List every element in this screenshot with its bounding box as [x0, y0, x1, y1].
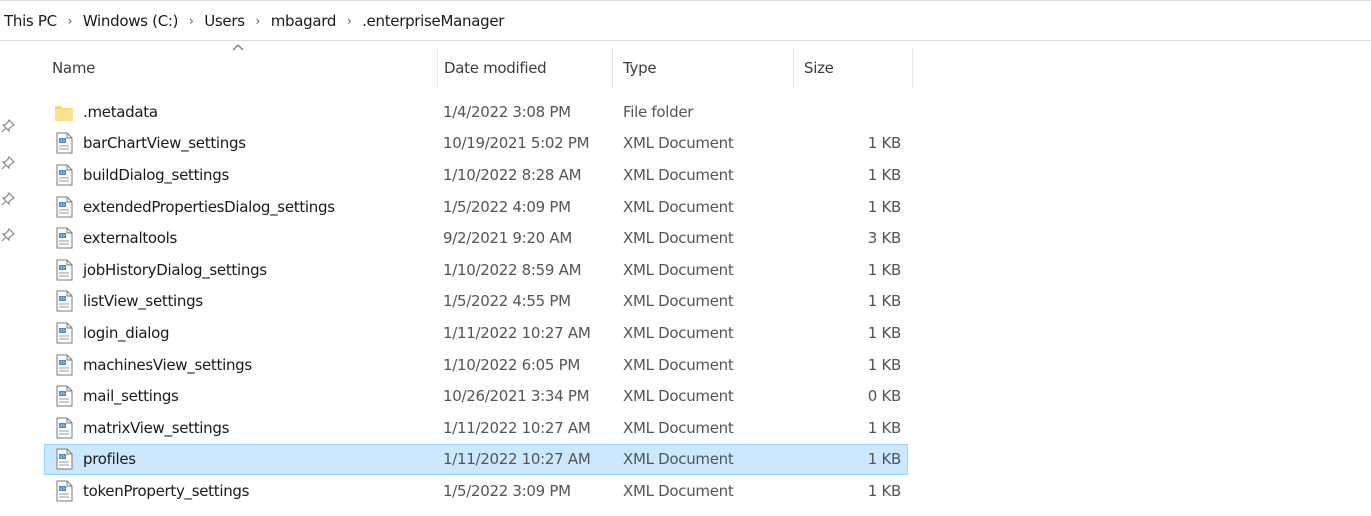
file-list: .metadata 1/4/2022 3:08 PM File folder barC… — [44, 96, 908, 507]
chevron-right-icon[interactable]: › — [336, 14, 362, 28]
pin-icon[interactable] — [0, 227, 16, 243]
xml-document-icon — [54, 322, 74, 344]
file-date-modified: 1/5/2022 4:55 PM — [443, 292, 571, 311]
pin-icon[interactable] — [0, 191, 16, 207]
file-type: XML Document — [623, 229, 734, 248]
file-size: 1 KB — [867, 450, 902, 469]
pin-icon[interactable] — [0, 118, 16, 134]
file-row[interactable]: extendedPropertiesDialog_settings 1/5/202… — [44, 191, 908, 223]
file-date-modified: 1/5/2022 4:09 PM — [443, 197, 571, 216]
breadcrumb-item-users[interactable]: Users — [204, 12, 245, 30]
xml-document-icon — [54, 480, 74, 502]
file-size: 1 KB — [867, 260, 902, 279]
file-size: 0 KB — [867, 387, 902, 406]
file-name: login_dialog — [83, 323, 170, 342]
xml-document-icon — [54, 259, 74, 281]
file-type: XML Document — [623, 165, 734, 184]
file-type: XML Document — [623, 387, 734, 406]
file-size: 1 KB — [867, 481, 902, 500]
file-row[interactable]: profiles 1/11/2022 10:27 AM XML Document 1 … — [44, 443, 908, 476]
file-name: mail_settings — [83, 387, 179, 406]
file-date-modified: 1/10/2022 8:59 AM — [443, 260, 582, 279]
file-row[interactable]: buildDialog_settings 1/10/2022 8:28 AM XML… — [44, 159, 908, 191]
file-type: XML Document — [623, 292, 734, 311]
xml-document-icon — [54, 196, 74, 218]
xml-document-icon — [54, 164, 74, 186]
file-row[interactable]: matrixView_settings 1/11/2022 10:27 AM XML… — [44, 412, 908, 444]
column-header-name[interactable]: Name — [44, 48, 436, 88]
file-size: 1 KB — [867, 197, 902, 216]
file-name: machinesView_settings — [83, 355, 252, 374]
file-size: 1 KB — [867, 134, 902, 153]
file-row[interactable]: listView_settings 1/5/2022 4:55 PM XML Doc… — [44, 286, 908, 318]
file-date-modified: 1/10/2022 6:05 PM — [443, 355, 581, 374]
breadcrumb: This PC › Windows (C:) › Users › mbagard… — [0, 0, 1371, 41]
file-date-modified: 1/11/2022 10:27 AM — [443, 323, 591, 342]
file-row[interactable]: jobHistoryDialog_settings 1/10/2022 8:59 … — [44, 254, 908, 286]
file-type: XML Document — [623, 481, 734, 500]
column-header-date-modified[interactable]: Date modified — [437, 48, 612, 88]
file-type: XML Document — [623, 355, 734, 374]
folder-icon — [54, 101, 74, 123]
file-type: File folder — [623, 102, 694, 121]
file-type: XML Document — [623, 450, 734, 469]
file-row[interactable]: barChartView_settings 10/19/2021 5:02 PM X… — [44, 128, 908, 160]
file-row[interactable]: machinesView_settings 1/10/2022 6:05 PM XM… — [44, 349, 908, 381]
column-header-type[interactable]: Type — [612, 48, 793, 88]
file-size: 1 KB — [867, 292, 902, 311]
xml-document-icon — [54, 417, 74, 439]
file-name: externaltools — [83, 229, 178, 248]
column-header-size[interactable]: Size — [793, 48, 913, 88]
file-size: 1 KB — [867, 418, 902, 437]
chevron-right-icon[interactable]: › — [178, 14, 204, 28]
file-size: 3 KB — [867, 229, 902, 248]
file-row[interactable]: login_dialog 1/11/2022 10:27 AM XML Docume… — [44, 317, 908, 349]
breadcrumb-item-this-pc[interactable]: This PC — [4, 12, 57, 30]
file-date-modified: 1/4/2022 3:08 PM — [443, 102, 571, 121]
file-name: barChartView_settings — [83, 134, 246, 153]
breadcrumb-item-mbagard[interactable]: mbagard — [271, 12, 337, 30]
file-name: jobHistoryDialog_settings — [83, 260, 267, 279]
pin-icon[interactable] — [0, 155, 16, 171]
file-date-modified: 1/11/2022 10:27 AM — [443, 418, 591, 437]
file-row[interactable]: mail_settings 10/26/2021 3:34 PM XML Docum… — [44, 380, 908, 412]
file-type: XML Document — [623, 418, 734, 437]
file-date-modified: 1/11/2022 10:27 AM — [443, 450, 591, 469]
breadcrumb-item-windows-c[interactable]: Windows (C:) — [83, 12, 179, 30]
xml-document-icon — [54, 290, 74, 312]
file-row[interactable]: tokenProperty_settings 1/5/2022 3:09 PM XM… — [44, 475, 908, 507]
file-type: XML Document — [623, 323, 734, 342]
file-type: XML Document — [623, 197, 734, 216]
file-name: listView_settings — [83, 292, 203, 311]
file-date-modified: 1/10/2022 8:28 AM — [443, 165, 582, 184]
file-size: 1 KB — [867, 355, 902, 374]
xml-document-icon — [54, 132, 74, 154]
xml-document-icon — [54, 227, 74, 249]
file-name: extendedPropertiesDialog_settings — [83, 197, 335, 216]
xml-document-icon — [54, 448, 74, 470]
breadcrumb-item-enterprisemanager[interactable]: .enterpriseManager — [362, 12, 504, 30]
file-name: tokenProperty_settings — [83, 481, 250, 500]
file-date-modified: 1/5/2022 3:09 PM — [443, 481, 571, 500]
file-size: 1 KB — [867, 165, 902, 184]
file-date-modified: 10/19/2021 5:02 PM — [443, 134, 590, 153]
file-row[interactable]: externaltools 9/2/2021 9:20 AM XML Documen… — [44, 222, 908, 254]
file-date-modified: 9/2/2021 9:20 AM — [443, 229, 572, 248]
file-name: buildDialog_settings — [83, 165, 229, 184]
file-date-modified: 10/26/2021 3:34 PM — [443, 387, 590, 406]
xml-document-icon — [54, 385, 74, 407]
file-name: matrixView_settings — [83, 418, 230, 437]
file-size: 1 KB — [867, 323, 902, 342]
file-type: XML Document — [623, 260, 734, 279]
chevron-right-icon[interactable]: › — [57, 14, 83, 28]
xml-document-icon — [54, 354, 74, 376]
file-type: XML Document — [623, 134, 734, 153]
chevron-right-icon[interactable]: › — [245, 14, 271, 28]
file-name: .metadata — [83, 102, 158, 121]
file-name: profiles — [83, 450, 136, 469]
file-row[interactable]: .metadata 1/4/2022 3:08 PM File folder — [44, 96, 908, 128]
